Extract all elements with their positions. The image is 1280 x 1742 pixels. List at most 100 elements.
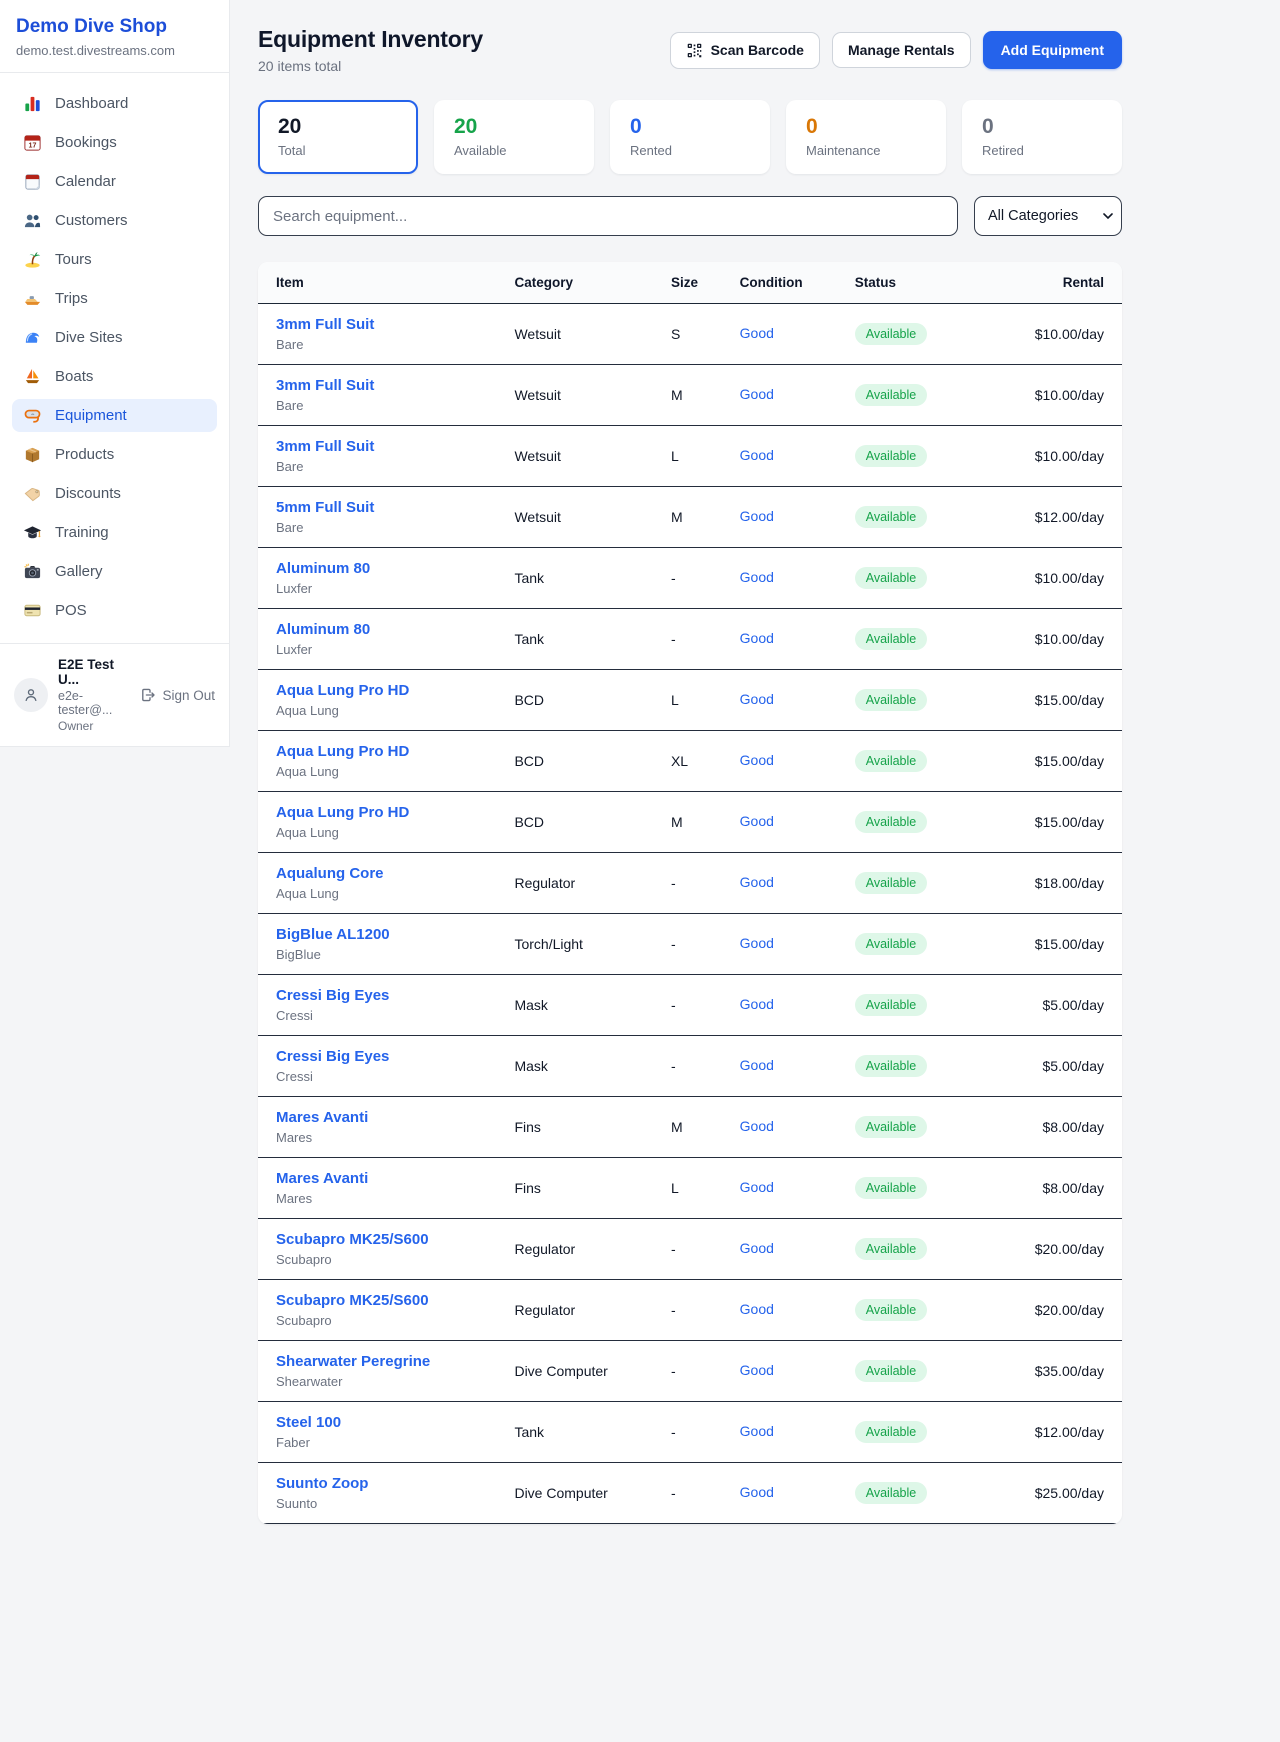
item-name-link[interactable]: Aqua Lung Pro HD bbox=[276, 682, 409, 699]
page-title-block: Equipment Inventory 20 items total bbox=[258, 26, 483, 74]
item-category: Tank bbox=[514, 631, 670, 647]
item-condition-link[interactable]: Good bbox=[740, 1301, 774, 1317]
item-name-link[interactable]: Suunto Zoop bbox=[276, 1475, 368, 1492]
item-condition-link[interactable]: Good bbox=[740, 1484, 774, 1500]
item-name-link[interactable]: Aqua Lung Pro HD bbox=[276, 743, 409, 760]
brand-domain: demo.test.divestreams.com bbox=[16, 43, 213, 58]
sidebar-item-tours[interactable]: Tours bbox=[12, 243, 217, 276]
item-condition-link[interactable]: Good bbox=[740, 1362, 774, 1378]
item-name-link[interactable]: 3mm Full Suit bbox=[276, 316, 374, 333]
sidebar-item-discounts[interactable]: Discounts bbox=[12, 477, 217, 510]
filters-row: All Categories bbox=[258, 196, 1122, 236]
column-header-rental: Rental bbox=[992, 275, 1104, 290]
item-size: L bbox=[671, 1180, 740, 1196]
category-filter-select[interactable]: All Categories bbox=[974, 196, 1122, 236]
pos-icon bbox=[23, 601, 42, 620]
sign-out-button[interactable]: Sign Out bbox=[140, 687, 215, 703]
stat-label: Total bbox=[278, 143, 398, 158]
sidebar-item-equipment[interactable]: Equipment bbox=[12, 399, 217, 432]
sidebar-item-customers[interactable]: Customers bbox=[12, 204, 217, 237]
item-name-link[interactable]: Steel 100 bbox=[276, 1414, 341, 1431]
item-name-link[interactable]: Aluminum 80 bbox=[276, 560, 370, 577]
item-condition-link[interactable]: Good bbox=[740, 1240, 774, 1256]
item-name-link[interactable]: Aluminum 80 bbox=[276, 621, 370, 638]
scan-barcode-button[interactable]: Scan Barcode bbox=[670, 32, 820, 69]
item-condition-link[interactable]: Good bbox=[740, 874, 774, 890]
item-name-link[interactable]: BigBlue AL1200 bbox=[276, 926, 390, 943]
table-row: Mares Avanti Mares Fins L Good Available… bbox=[258, 1158, 1122, 1219]
condition-cell: Good bbox=[740, 1179, 855, 1197]
status-badge: Available bbox=[855, 750, 928, 772]
item-name-link[interactable]: Cressi Big Eyes bbox=[276, 1048, 389, 1065]
sidebar-item-boats[interactable]: Boats bbox=[12, 360, 217, 393]
item-name-link[interactable]: 3mm Full Suit bbox=[276, 377, 374, 394]
item-name-link[interactable]: Scubapro MK25/S600 bbox=[276, 1231, 429, 1248]
item-brand: Faber bbox=[276, 1435, 514, 1450]
item-condition-link[interactable]: Good bbox=[740, 691, 774, 707]
status-badge: Available bbox=[855, 1299, 928, 1321]
item-condition-link[interactable]: Good bbox=[740, 508, 774, 524]
sidebar-item-dashboard[interactable]: Dashboard bbox=[12, 87, 217, 120]
item-category: Regulator bbox=[514, 1241, 670, 1257]
search-input[interactable] bbox=[258, 196, 958, 236]
item-name-link[interactable]: Shearwater Peregrine bbox=[276, 1353, 430, 1370]
item-condition-link[interactable]: Good bbox=[740, 996, 774, 1012]
item-name-link[interactable]: Scubapro MK25/S600 bbox=[276, 1292, 429, 1309]
item-condition-link[interactable]: Good bbox=[740, 1179, 774, 1195]
item-name-link[interactable]: 3mm Full Suit bbox=[276, 438, 374, 455]
item-name-link[interactable]: 5mm Full Suit bbox=[276, 499, 374, 516]
add-equipment-button[interactable]: Add Equipment bbox=[983, 31, 1122, 69]
item-condition-link[interactable]: Good bbox=[740, 935, 774, 951]
sidebar-item-dive-sites[interactable]: Dive Sites bbox=[12, 321, 217, 354]
status-cell: Available bbox=[855, 628, 992, 650]
item-category: Wetsuit bbox=[514, 326, 670, 342]
item-name-link[interactable]: Mares Avanti bbox=[276, 1170, 368, 1187]
item-name-link[interactable]: Mares Avanti bbox=[276, 1109, 368, 1126]
item-rental: $8.00/day bbox=[992, 1180, 1104, 1196]
item-size: M bbox=[671, 1119, 740, 1135]
sidebar-item-training[interactable]: Training bbox=[12, 516, 217, 549]
stat-card-retired[interactable]: 0 Retired bbox=[962, 100, 1122, 174]
item-condition-link[interactable]: Good bbox=[740, 386, 774, 402]
status-cell: Available bbox=[855, 445, 992, 467]
user-role: Owner bbox=[58, 719, 130, 733]
table-row: 3mm Full Suit Bare Wetsuit S Good Availa… bbox=[258, 304, 1122, 365]
sidebar-item-trips[interactable]: Trips bbox=[12, 282, 217, 315]
condition-cell: Good bbox=[740, 325, 855, 343]
item-name-link[interactable]: Aqua Lung Pro HD bbox=[276, 804, 409, 821]
item-condition-link[interactable]: Good bbox=[740, 1118, 774, 1134]
item-condition-link[interactable]: Good bbox=[740, 752, 774, 768]
item-brand: Aqua Lung bbox=[276, 703, 514, 718]
status-cell: Available bbox=[855, 1421, 992, 1443]
item-rental: $18.00/day bbox=[992, 875, 1104, 891]
item-brand: Cressi bbox=[276, 1008, 514, 1023]
item-rental: $15.00/day bbox=[992, 692, 1104, 708]
item-size: - bbox=[671, 1302, 740, 1318]
stats-row: 20 Total 20 Available 0 Rented 0 Mainten… bbox=[258, 100, 1122, 174]
item-condition-link[interactable]: Good bbox=[740, 630, 774, 646]
item-condition-link[interactable]: Good bbox=[740, 325, 774, 341]
sidebar-item-products[interactable]: Products bbox=[12, 438, 217, 471]
item-category: Fins bbox=[514, 1180, 670, 1196]
item-name-link[interactable]: Cressi Big Eyes bbox=[276, 987, 389, 1004]
sidebar-item-bookings[interactable]: 17 Bookings bbox=[12, 126, 217, 159]
item-condition-link[interactable]: Good bbox=[740, 813, 774, 829]
sidebar-item-pos[interactable]: POS bbox=[12, 594, 217, 627]
sidebar-item-label: POS bbox=[55, 602, 87, 619]
stat-card-total[interactable]: 20 Total bbox=[258, 100, 418, 174]
stat-card-available[interactable]: 20 Available bbox=[434, 100, 594, 174]
item-condition-link[interactable]: Good bbox=[740, 447, 774, 463]
sidebar-item-calendar[interactable]: Calendar bbox=[12, 165, 217, 198]
stat-card-rented[interactable]: 0 Rented bbox=[610, 100, 770, 174]
status-badge: Available bbox=[855, 567, 928, 589]
sidebar-item-gallery[interactable]: Gallery bbox=[12, 555, 217, 588]
status-badge: Available bbox=[855, 994, 928, 1016]
condition-cell: Good bbox=[740, 813, 855, 831]
item-name-link[interactable]: Aqualung Core bbox=[276, 865, 384, 882]
item-condition-link[interactable]: Good bbox=[740, 1423, 774, 1439]
manage-rentals-button[interactable]: Manage Rentals bbox=[832, 32, 971, 68]
item-condition-link[interactable]: Good bbox=[740, 1057, 774, 1073]
item-size: - bbox=[671, 875, 740, 891]
stat-card-maintenance[interactable]: 0 Maintenance bbox=[786, 100, 946, 174]
item-condition-link[interactable]: Good bbox=[740, 569, 774, 585]
